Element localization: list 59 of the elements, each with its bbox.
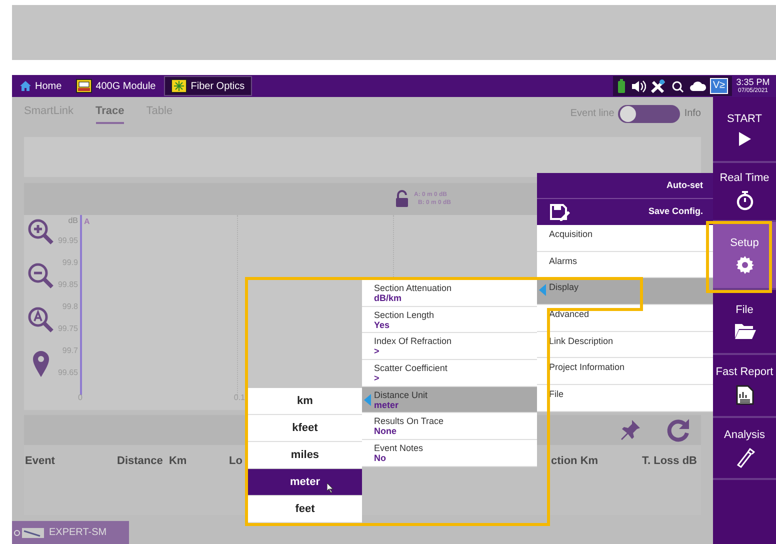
column-header: ction Km [551,454,598,469]
mouse-cursor-icon [327,483,334,493]
battery-icon [616,78,627,94]
setting-label: Section Length [374,310,436,320]
setting-label: Event Notes [374,442,424,453]
app-tab[interactable]: Fiber Optics [164,76,252,96]
location-pin-icon[interactable] [32,350,50,378]
cursor-label: A [84,216,90,228]
setting-value: > [374,346,380,356]
zoom-in-icon[interactable] [27,218,55,246]
logo-badge: V≥ [710,78,728,94]
stopwatch-icon [736,191,754,211]
menu-item[interactable]: Alarms [537,252,713,278]
speaker-icon [630,80,646,92]
zoom-auto-icon[interactable] [27,306,55,334]
setting-label: Index Of Refraction [374,336,453,346]
setting-value: meter [374,400,400,410]
info-label: Info [684,107,701,121]
sidebar-button[interactable]: Setup [713,222,776,290]
column-header: T. Loss dB [642,454,698,469]
folder-icon [734,323,756,339]
unit-option[interactable]: meter [248,469,362,496]
play-icon [738,132,750,146]
fiber-module-icon [14,526,46,538]
setting-value: Yes [374,320,391,330]
light-burst-icon [170,79,187,93]
y-axis-unit: dB [68,215,78,227]
unlock-icon[interactable] [394,190,410,208]
cloud-icon [688,80,706,92]
setting-value: > [374,372,380,383]
refresh-icon[interactable] [665,417,691,443]
module-card-icon [76,79,92,93]
tool-icon [734,448,754,468]
column-header: Lo [229,454,242,469]
setting-label: Distance Unit [374,390,429,400]
pin-icon[interactable] [619,419,641,441]
setting-value: dB/km [374,292,403,303]
zoom-out-icon[interactable] [27,262,55,290]
app-tab[interactable]: 400G Module [70,76,162,96]
home-icon [20,81,31,91]
setting-value: None [374,426,398,436]
save-config-button[interactable]: Save Config. [537,199,713,225]
column-header: Event [25,454,55,469]
setting-label: Scatter Coefficient [374,362,448,373]
report-icon [736,385,754,405]
menu-item[interactable]: Display [537,278,713,306]
event-line-toggle[interactable] [618,104,680,122]
column-header: Distance Km [117,454,187,469]
setting-label: Results On Trace [374,416,445,426]
setting-item[interactable]: Distance Unit meter [362,386,537,414]
setting-item[interactable]: Section Length Yes [362,306,537,334]
save-icon [549,203,571,221]
setting-label: Section Attenuation [374,282,453,293]
clock-time: 3:35 PM [736,77,770,87]
auto-set-button[interactable]: Auto-set [537,173,713,199]
settings-icon [736,256,754,274]
app-tab[interactable]: Home [14,76,68,96]
setting-value: No [374,452,387,463]
search-icon [670,79,685,93]
